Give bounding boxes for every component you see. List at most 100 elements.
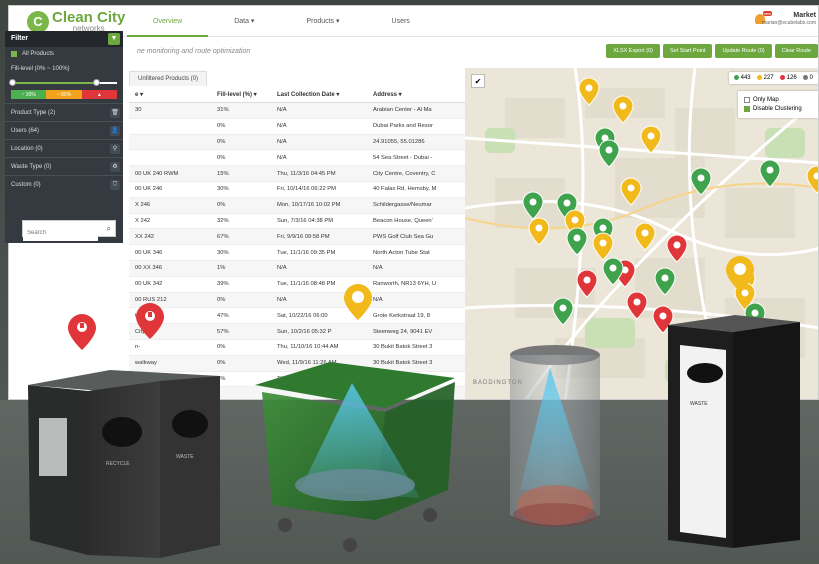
- cell-fill-level: 0%: [217, 138, 226, 145]
- yellow-pin-icon[interactable]: [528, 217, 550, 246]
- user-menu[interactable]: Market marian@ecubelabs.com: [762, 12, 816, 26]
- table-row[interactable]: X 246 0% Mon, 10/17/16 10:02 PM Schildergas…: [129, 197, 467, 214]
- all-products-checkbox[interactable]: [11, 51, 17, 57]
- filter-section-location[interactable]: Location (0) ⚲: [5, 139, 123, 157]
- nav-data[interactable]: Data ▾: [208, 6, 280, 37]
- filter-section-custom[interactable]: Custom (0) ⛉: [5, 175, 123, 193]
- table-row[interactable]: 00 UK 342 39% Tue, 11/1/16 08:48 PM Ranwort…: [129, 277, 467, 293]
- table-row[interactable]: [129, 387, 467, 399]
- map-view[interactable]: ✔ 443 227 126 0 Only Map Disable Cluster…: [465, 68, 819, 399]
- table-row[interactable]: 00 UK 246 30% Fri, 10/14/16 06:22 PM 40 Fal…: [129, 182, 467, 198]
- cell-address: Arabian Center - Al Ma: [373, 107, 432, 114]
- brand-name: Clean City: [52, 9, 126, 26]
- cell-last-collection: Tue, 11/1/16 08:48 PM: [277, 281, 336, 288]
- table-row[interactable]: walkway 0% Wed, 11/9/16 11:26 AM 30 Bukit B…: [129, 355, 467, 372]
- tag-icon[interactable]: ⛉: [110, 180, 120, 190]
- cell-name: XX 242: [135, 233, 155, 240]
- cell-name: 0 120L New: [135, 375, 166, 382]
- cell-address: 54 Sea Street - Dubai -: [373, 154, 433, 161]
- yellow-pin-icon[interactable]: [634, 222, 656, 251]
- filter-section-waste[interactable]: Waste Type (0) ♻: [5, 157, 123, 175]
- cell-last-collection: Sun, 7/3/16 04:38 PM: [277, 217, 334, 224]
- yellow-pin-icon[interactable]: [592, 232, 614, 261]
- table-row[interactable]: 0% N/A 24.91055, 55.01286: [129, 134, 467, 151]
- table-row[interactable]: X 242 32% Sun, 7/3/16 04:38 PM Beacon House…: [129, 214, 467, 230]
- user-icon[interactable]: 👤: [110, 126, 120, 136]
- cell-address: N/A: [373, 296, 383, 303]
- table-row[interactable]: 00 XX 346 1% N/A N/A: [129, 260, 467, 277]
- product-tabs: Unfiltered Products (0): [129, 71, 209, 86]
- legend-gray: 0: [802, 75, 813, 81]
- cell-last-collection: Wed, 11/9/16 11:26 AM: [277, 360, 337, 367]
- disable-clustering-checkbox[interactable]: [744, 106, 750, 112]
- table-row[interactable]: 0 120L New 2% Thu, 11/9/16 04:26 PM 541 Buk…: [129, 372, 467, 388]
- table-row[interactable]: 00 RUS 212 0% N/A N/A: [129, 292, 467, 309]
- table-row[interactable]: XX 242 67% Fri, 9/9/16 09:58 PM PWS Golf Cl…: [129, 229, 467, 246]
- search-icon[interactable]: ⌕: [107, 224, 111, 234]
- only-map-checkbox[interactable]: [744, 97, 750, 103]
- nav-users[interactable]: Users: [366, 6, 436, 37]
- disable-clustering-option[interactable]: Disable Clustering: [744, 106, 812, 112]
- col-address-header[interactable]: Address ▾: [371, 91, 467, 98]
- slider-min-handle[interactable]: [9, 79, 16, 86]
- cell-address: Ranworth, NR13 6YH, U: [373, 281, 437, 288]
- cell-address: 30 Bukit Batok Street 3: [373, 344, 433, 351]
- bin-label-waste: WASTE: [690, 401, 708, 407]
- red-pin-icon[interactable]: [652, 305, 674, 334]
- slider-max-handle[interactable]: [92, 79, 100, 86]
- funnel-icon[interactable]: ▼: [108, 33, 120, 45]
- trash-icon[interactable]: 🗑: [110, 108, 120, 118]
- col-fill-level-header[interactable]: Fill-level (%) ▾: [215, 91, 275, 98]
- promo-scene: C Clean City networks Overview Data ▾ Pr…: [0, 0, 819, 564]
- cell-fill-level: 0%: [217, 360, 226, 367]
- tab-unfiltered-products[interactable]: Unfiltered Products (0): [129, 71, 208, 86]
- update-route-button[interactable]: Update Route (0): [715, 44, 772, 58]
- filter-section-product[interactable]: Product Type (2) 🗑: [5, 103, 123, 121]
- nav-products[interactable]: Products ▾: [280, 6, 365, 37]
- table-row[interactable]: 30 31% N/A Arabian Center - Al Ma: [129, 103, 467, 119]
- recycle-icon[interactable]: ♻: [110, 162, 120, 172]
- cell-address: 40 Falas Rd, Hemsby, M: [373, 186, 437, 193]
- yellow-pin-icon[interactable]: [612, 95, 634, 124]
- green-pin-icon[interactable]: [566, 227, 588, 256]
- all-products-option[interactable]: All Products: [5, 47, 123, 61]
- filter-section-users[interactable]: Users (64) 👤: [5, 121, 123, 139]
- yellow-pin-icon[interactable]: [806, 165, 819, 194]
- col-last-collection-header[interactable]: Last Collection Date ▾: [275, 91, 371, 98]
- table-body: 30 31% N/A Arabian Center - Al Ma 0% N/A Dubai…: [129, 103, 467, 399]
- bin-label-recycle: RECYCLE: [106, 461, 130, 467]
- cell-fill-level: 31%: [217, 107, 229, 114]
- cell-last-collection: N/A: [277, 107, 287, 114]
- cell-last-collection: N/A: [277, 296, 287, 303]
- table-row[interactable]: City 57% Sun, 10/2/16 05:32 P Steenweg 24, …: [129, 324, 467, 340]
- cell-name: 00 UK 240 RWM: [135, 170, 179, 177]
- brand-logo[interactable]: C Clean City networks: [27, 10, 125, 33]
- table-row[interactable]: 0% N/A 54 Sea Street - Dubai -: [129, 150, 467, 167]
- table-row[interactable]: 00 UK 346 30% Tue, 11/1/16 09:35 PM North A…: [129, 245, 467, 261]
- location-pin-icon[interactable]: ⚲: [110, 144, 120, 154]
- table-row[interactable]: n- 0% Thu, 11/10/16 10:44 AM 30 Bukit Batok…: [129, 340, 467, 356]
- clear-route-button[interactable]: Clear Route: [774, 44, 818, 58]
- table-row[interactable]: 0% N/A Dubai Parks and Resor: [129, 119, 467, 135]
- nav-overview[interactable]: Overview: [127, 6, 209, 37]
- set-start-point-button[interactable]: Set Start Point: [662, 44, 713, 58]
- xlsx-export-button[interactable]: XLSX Export (0): [606, 44, 660, 58]
- cell-name: X 242: [135, 217, 151, 224]
- bin-label-waste: WASTE: [176, 454, 194, 460]
- fill-level-slider[interactable]: [9, 78, 117, 88]
- cell-name: City: [135, 328, 145, 335]
- map-select-toggle[interactable]: ✔: [471, 74, 485, 88]
- yellow-pin-icon[interactable]: [640, 125, 662, 154]
- col-name-header[interactable]: e ▾: [129, 91, 215, 98]
- cell-address: 30 Bukit Batok Street 3: [373, 360, 433, 367]
- legend-high-icon: ▲: [81, 90, 117, 99]
- table-row[interactable]: 00 UK 240 RWM 15% Thu, 11/3/16 04:45 PM Cit…: [129, 166, 467, 182]
- only-map-option[interactable]: Only Map: [744, 97, 812, 103]
- green-pin-icon[interactable]: [552, 297, 574, 326]
- table-row[interactable]: ty 47% Sat, 10/22/16 06:00 Grote Kerkstraat…: [129, 308, 467, 325]
- red-pin-icon[interactable]: [666, 234, 688, 263]
- cell-fill-level: 47%: [217, 312, 229, 319]
- search-input[interactable]: [23, 225, 98, 241]
- map-legend: 443 227 126 0: [728, 72, 818, 85]
- dashboard-window: C Clean City networks Overview Data ▾ Pr…: [8, 5, 819, 400]
